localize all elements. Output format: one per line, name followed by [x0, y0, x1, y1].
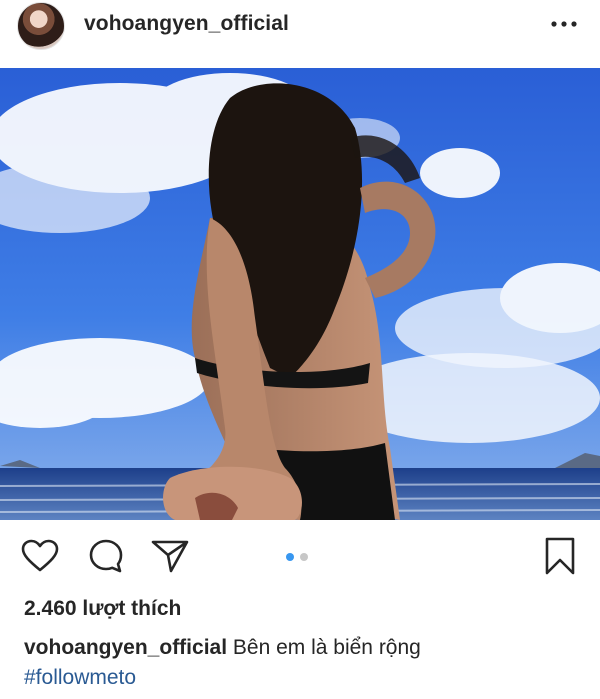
more-options-icon — [551, 21, 577, 27]
avatar[interactable] — [17, 2, 65, 50]
more-options-button[interactable] — [548, 10, 580, 38]
share-button[interactable] — [150, 536, 190, 576]
post-username[interactable]: vohoangyen_official — [84, 12, 289, 36]
carousel-indicator — [286, 553, 308, 561]
like-button[interactable] — [20, 536, 60, 576]
like-count[interactable]: 2.460 lượt thích — [24, 597, 181, 621]
post-caption: vohoangyen_official Bên em là biển rộng … — [24, 633, 584, 693]
save-button[interactable] — [540, 536, 580, 576]
share-icon — [151, 540, 189, 573]
post-header: vohoangyen_official — [0, 0, 600, 68]
heart-icon — [21, 539, 59, 572]
bookmark-icon — [545, 537, 575, 575]
carousel-dot — [300, 553, 308, 561]
comment-icon — [89, 539, 123, 573]
comment-button[interactable] — [86, 536, 126, 576]
carousel-dot-active — [286, 553, 294, 561]
post-photo[interactable] — [0, 68, 600, 520]
hashtag-link[interactable]: #followmeto — [24, 666, 136, 689]
caption-text: Bên em là biển rộng — [232, 636, 421, 659]
caption-username[interactable]: vohoangyen_official — [24, 636, 227, 659]
post-image — [0, 68, 600, 520]
